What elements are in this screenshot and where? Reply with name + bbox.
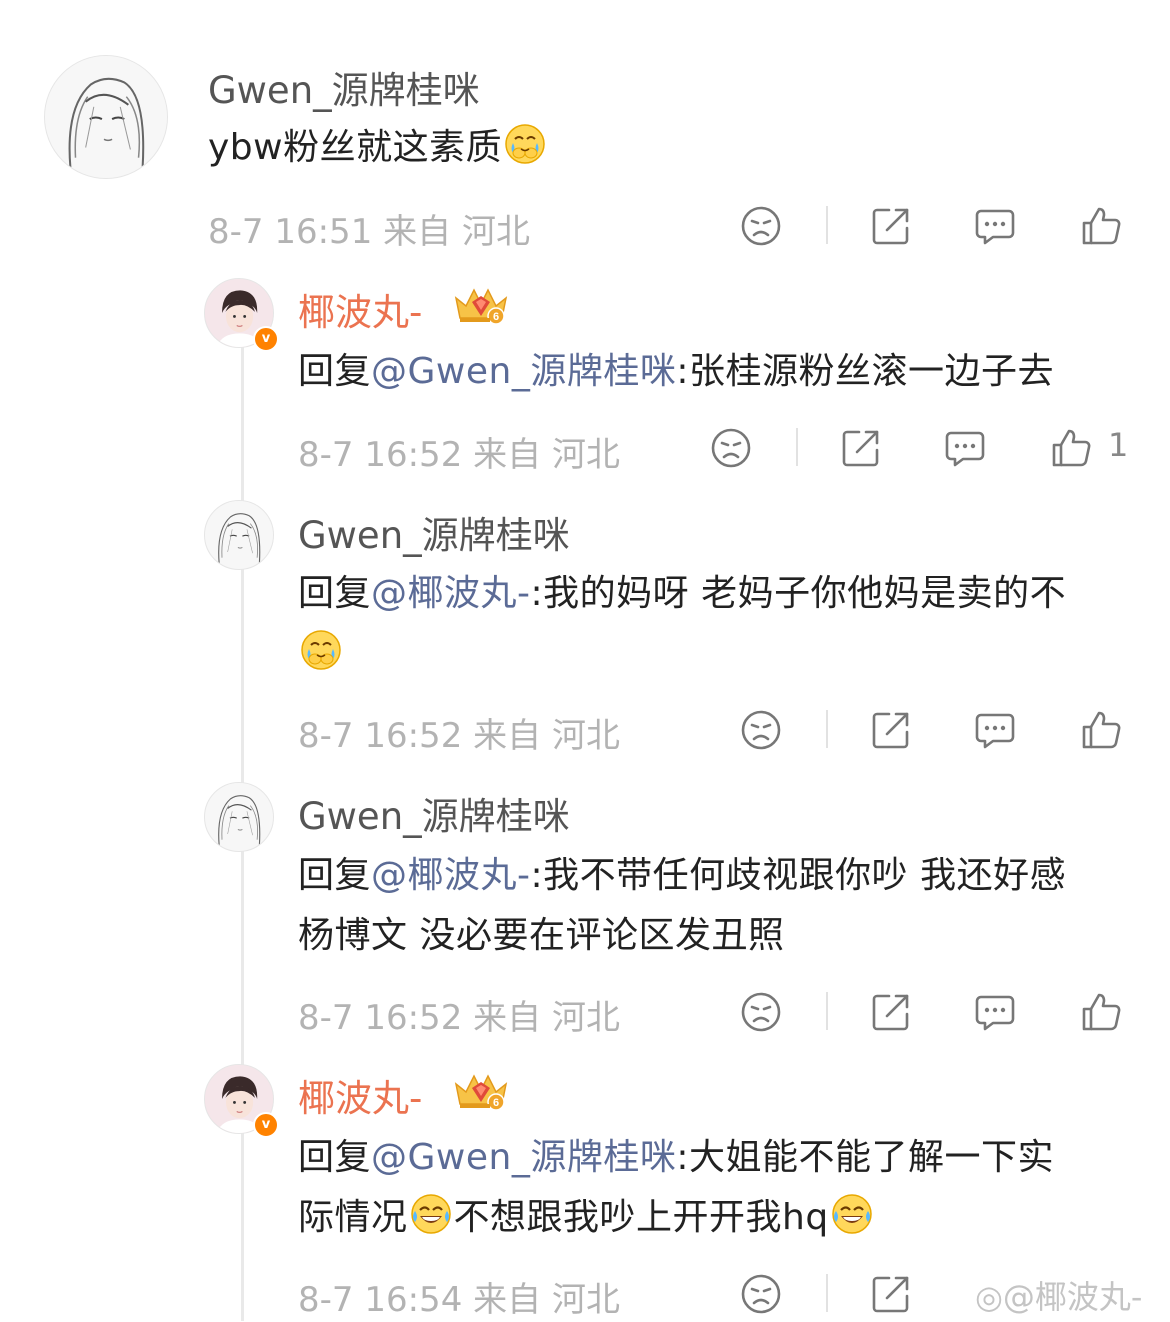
divider [826, 710, 828, 748]
comment-text: 回复@Gwen_源牌桂咪:张桂源粉丝滚一边子去 [298, 342, 1054, 402]
vip-crown-icon [452, 1070, 510, 1112]
avatar[interactable] [44, 55, 168, 179]
vip-crown-icon [452, 284, 510, 326]
comment-text-line2a: 际情况 [298, 1197, 408, 1238]
comment-text: 回复@椰波丸-:我不带任何歧视跟你吵 我还好感杨博文 没必要在评论区发丑照 [298, 846, 1138, 966]
like-icon[interactable] [1079, 204, 1123, 248]
comment-text-line1: :大姐能不能了解一下实 [676, 1137, 1054, 1178]
main-comment: Gwen_源牌桂咪 ybw粉丝就这素质 8-7 16:51 来自 河北 [0, 0, 1170, 260]
verified-badge: v [253, 1112, 279, 1138]
comment-text: 回复@Gwen_源牌桂咪:大姐能不能了解一下实际情况 不想跟我吵上开开我hq [298, 1128, 1138, 1248]
divider [826, 992, 828, 1030]
comment-text-line2b: 不想跟我吵上开开我hq [453, 1197, 829, 1238]
mention-link[interactable]: @Gwen_源牌桂咪 [371, 1137, 676, 1178]
avatar-image [205, 501, 273, 569]
mention-link[interactable]: @椰波丸- [371, 855, 531, 896]
like-icon[interactable] [1079, 708, 1123, 752]
username[interactable]: Gwen_源牌桂咪 [208, 60, 480, 114]
reply-prefix: 回复 [298, 573, 372, 614]
username[interactable]: Gwen_源牌桂咪 [298, 505, 570, 559]
dislike-face-icon[interactable] [739, 708, 783, 752]
action-bar [0, 708, 1170, 758]
dislike-face-icon[interactable] [739, 1272, 783, 1316]
comment-icon[interactable] [973, 708, 1017, 752]
share-icon[interactable] [869, 1272, 913, 1316]
dislike-face-icon[interactable] [739, 990, 783, 1034]
comment-icon[interactable] [973, 204, 1017, 248]
reply-prefix: 回复 [298, 351, 372, 392]
share-icon[interactable] [869, 990, 913, 1034]
comment-text-content: :我的妈呀 老妈子你他妈是卖的不 [530, 573, 1067, 614]
avatar[interactable] [204, 500, 274, 570]
watermark-text: @椰波丸- [1002, 1278, 1143, 1316]
comment-text: 回复@椰波丸-:我的妈呀 老妈子你他妈是卖的不 [298, 564, 1128, 684]
divider [826, 1274, 828, 1312]
share-icon[interactable] [869, 708, 913, 752]
divider [826, 206, 828, 244]
cry-laugh-emoji-icon [504, 123, 546, 165]
cry-laugh-emoji-icon [300, 629, 342, 671]
reply-prefix: 回复 [298, 855, 372, 896]
comment-text: ybw粉丝就这素质 [208, 118, 548, 178]
username[interactable]: 椰波丸- [298, 1068, 422, 1122]
action-bar [0, 204, 1170, 254]
reply-prefix: 回复 [298, 1137, 372, 1178]
avatar-image [205, 783, 273, 851]
comment-text-content: :张桂源粉丝滚一边子去 [676, 351, 1054, 392]
action-bar [0, 990, 1170, 1040]
dislike-face-icon[interactable] [709, 426, 753, 470]
weibo-logo-icon: ◎ [975, 1278, 1003, 1316]
action-bar: 1 [0, 426, 1170, 476]
tears-of-joy-emoji-icon [410, 1193, 452, 1235]
verified-badge: v [253, 326, 279, 352]
comment-text-line1: :我不带任何歧视跟你吵 我还好感 [530, 855, 1067, 896]
username[interactable]: Gwen_源牌桂咪 [298, 786, 570, 840]
like-icon[interactable] [1079, 990, 1123, 1034]
comment-text-line2: 杨博文 没必要在评论区发丑照 [298, 915, 785, 956]
watermark: ◎@椰波丸- [975, 1272, 1142, 1318]
dislike-face-icon[interactable] [739, 204, 783, 248]
avatar[interactable] [204, 782, 274, 852]
like-count: 1 [1108, 426, 1129, 464]
tears-of-joy-emoji-icon [831, 1193, 873, 1235]
comment-text-content: ybw粉丝就这素质 [208, 127, 503, 168]
comment-icon[interactable] [943, 426, 987, 470]
share-icon[interactable] [869, 204, 913, 248]
like-icon[interactable] [1049, 426, 1093, 470]
username[interactable]: 椰波丸- [298, 282, 422, 336]
avatar-image [45, 56, 167, 178]
comment-icon[interactable] [973, 990, 1017, 1034]
mention-link[interactable]: @Gwen_源牌桂咪 [371, 351, 676, 392]
mention-link[interactable]: @椰波丸- [371, 573, 531, 614]
share-icon[interactable] [839, 426, 883, 470]
divider [796, 428, 798, 466]
